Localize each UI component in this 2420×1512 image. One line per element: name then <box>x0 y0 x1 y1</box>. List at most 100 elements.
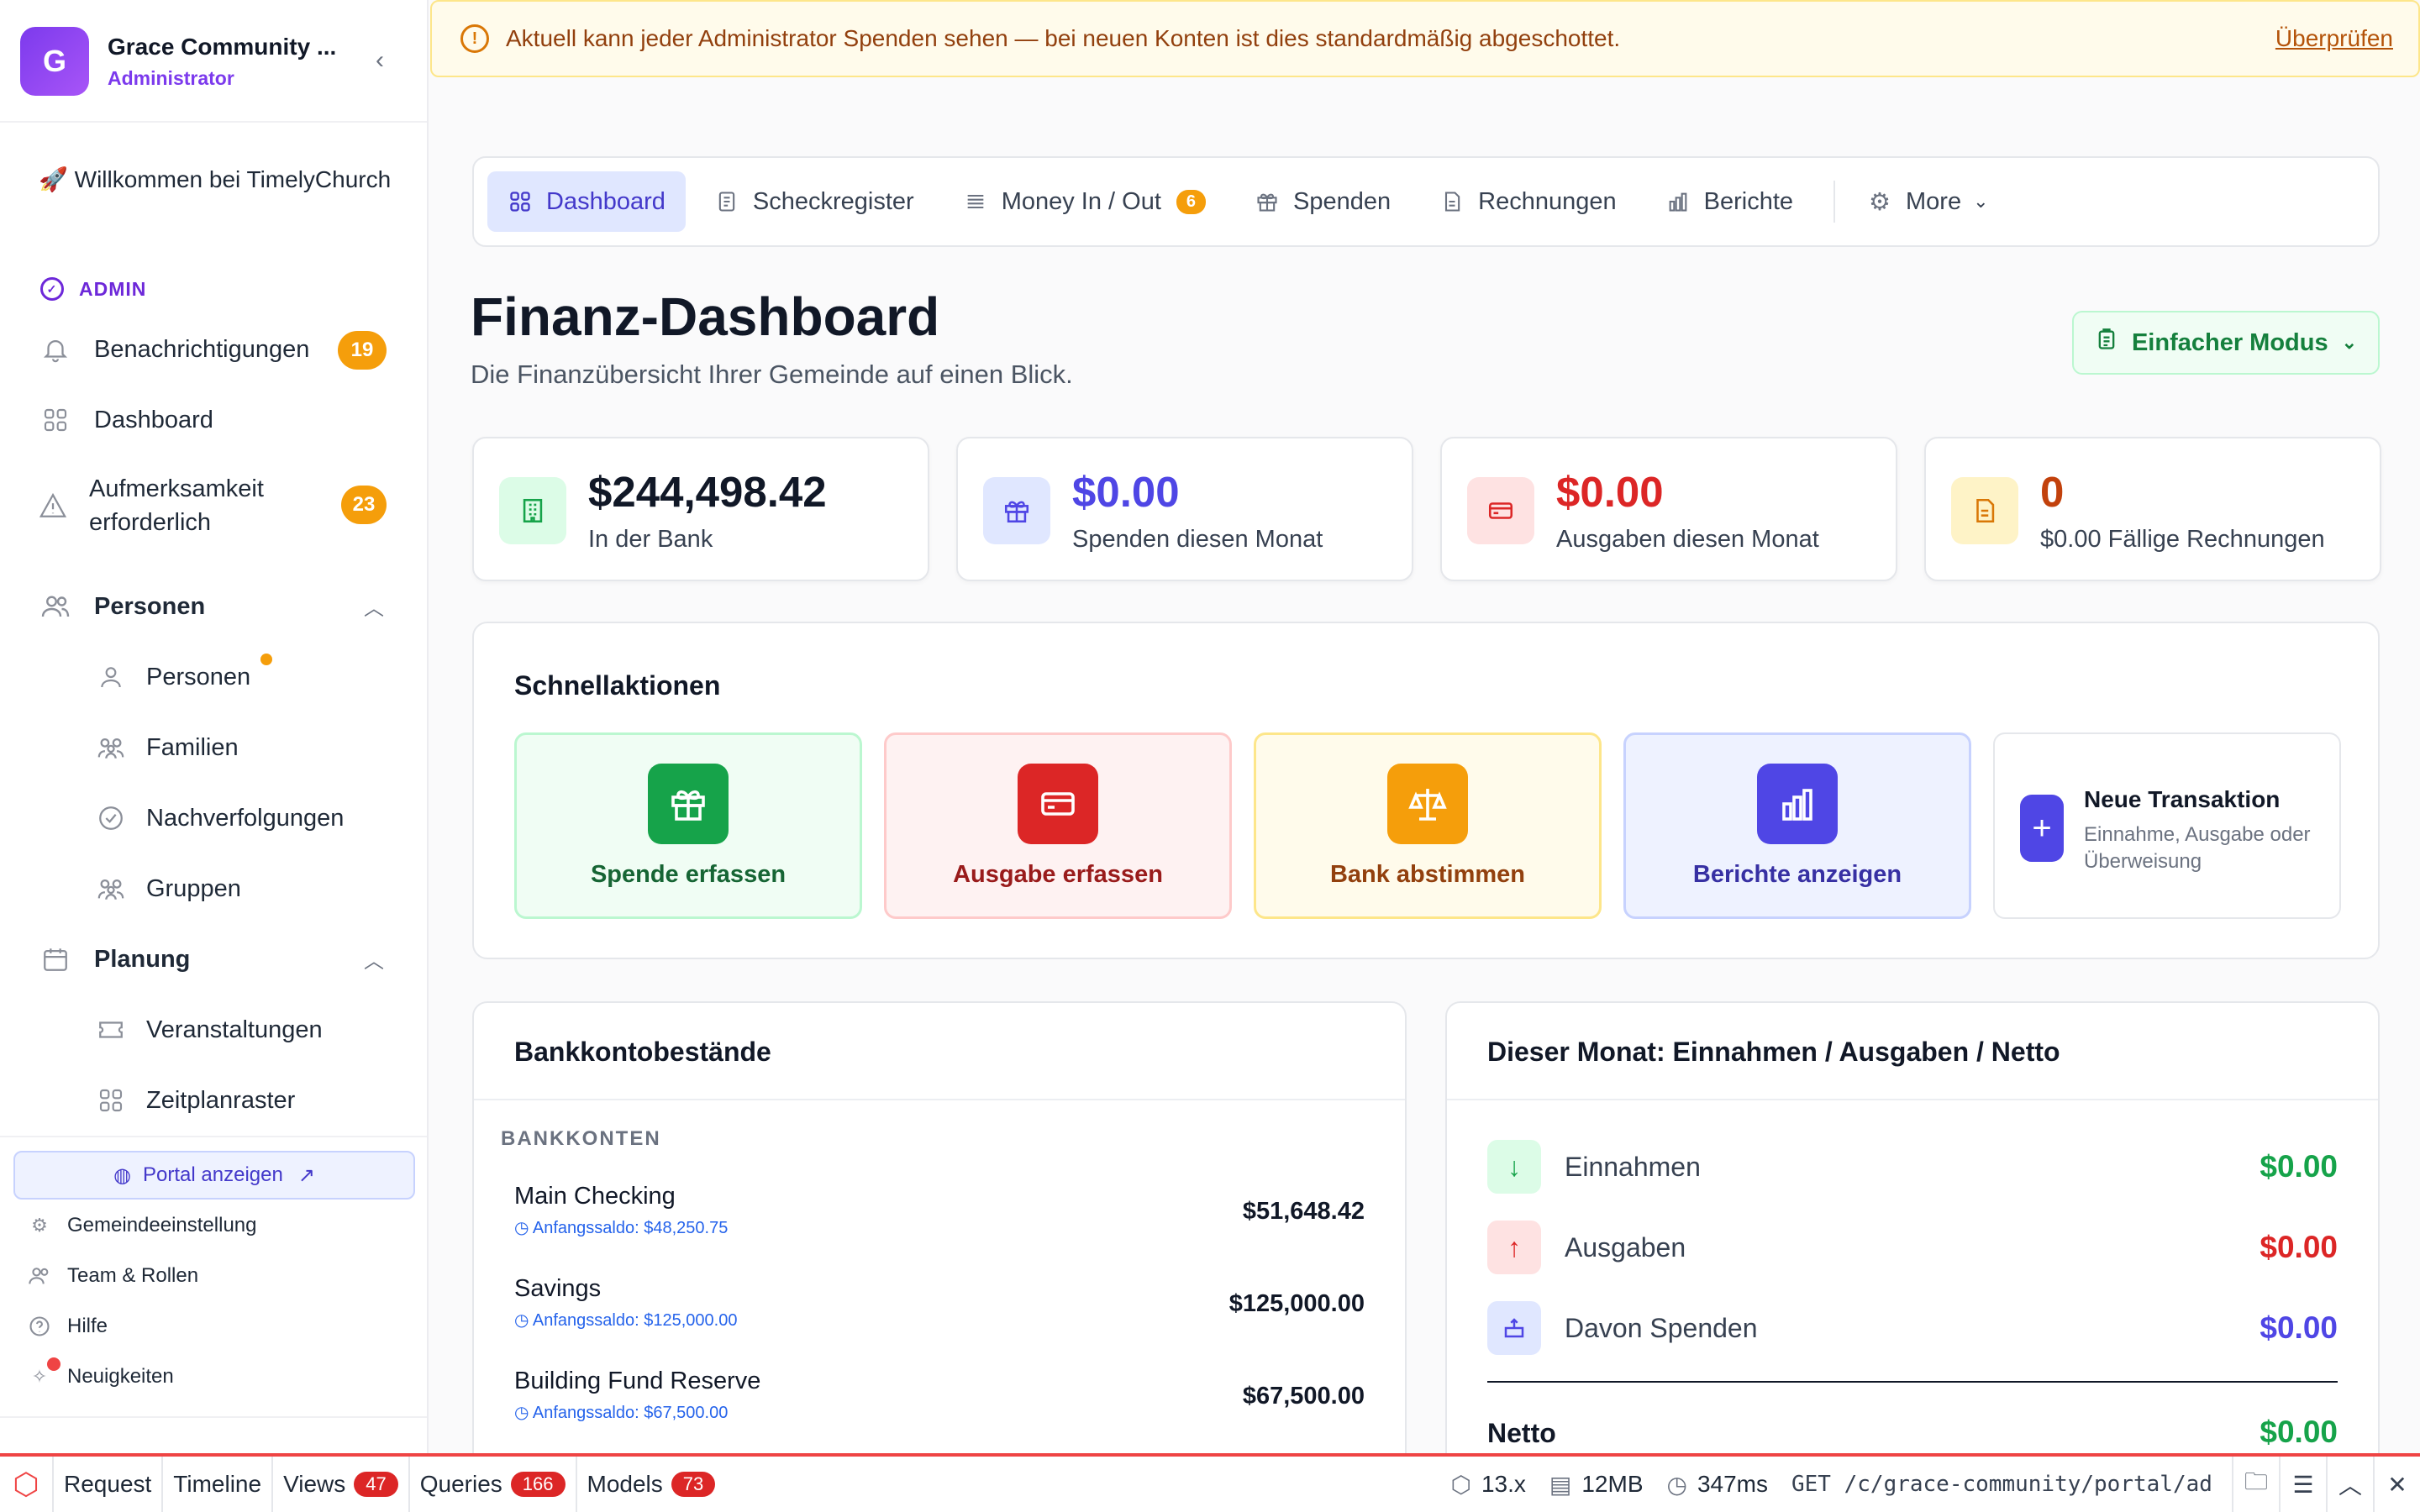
arrow-up-icon: ↑ <box>1487 1221 1541 1274</box>
sidebar-item-help[interactable]: Hilfe <box>27 1314 108 1339</box>
donations-row: Davon Spenden $0.00 <box>1487 1299 2338 1357</box>
debug-tab-timeline[interactable]: Timeline <box>163 1457 274 1512</box>
sidebar: G Grace Community ... Administrator ‹ 🚀 … <box>0 0 429 1453</box>
net-label: Netto <box>1487 1418 1556 1448</box>
net-value: $0.00 <box>2260 1415 2338 1449</box>
row-label: Ausgaben <box>1565 1231 1686 1263</box>
sidebar-item-label: Veranstaltungen <box>146 1016 323 1043</box>
tab-more[interactable]: ⚙ More ⌄ <box>1847 171 2009 232</box>
view-reports-button[interactable]: Berichte anzeigen <box>1623 732 1971 919</box>
chevron-up-icon[interactable]: ︿ <box>361 946 387 973</box>
server-icon: ▤ <box>1549 1471 1572 1498</box>
money-count-badge: 6 <box>1176 189 1207 214</box>
sidebar-item-families[interactable]: Familien <box>94 731 239 764</box>
sidebar-item-team[interactable]: Team & Rollen <box>27 1263 198 1289</box>
gift-icon <box>1255 189 1280 214</box>
new-transaction-button[interactable]: + Neue Transaktion Einnahme, Ausgabe ode… <box>1993 732 2341 919</box>
tab-check-register[interactable]: Scheckregister <box>694 171 934 232</box>
account-balance: $67,500.00 <box>1242 1383 1365 1410</box>
collapse-sidebar-icon[interactable]: ‹ <box>363 44 397 77</box>
sidebar-item-label: Personen <box>146 663 251 690</box>
divider <box>1447 1099 2378 1100</box>
folder-icon[interactable]: 🗀 <box>2232 1457 2279 1512</box>
warning-icon <box>39 489 67 522</box>
route-info: GET /c/grace-community/portal/adm... <box>1791 1472 2212 1497</box>
sidebar-item-dashboard[interactable]: Dashboard <box>39 403 213 437</box>
stat-label: In der Bank <box>588 526 713 553</box>
section-heading: BANKKONTEN <box>501 1127 661 1150</box>
new-indicator-dot <box>260 654 272 665</box>
sidebar-item-attention[interactable]: Aufmerksamkeit erforderlich <box>39 472 308 539</box>
close-icon[interactable]: ✕ <box>2373 1457 2420 1512</box>
account-row[interactable]: Building Fund Reserve ◷ Anfangssaldo: $6… <box>514 1368 1365 1435</box>
account-balance: $51,648.42 <box>1242 1198 1365 1225</box>
clipboard-icon <box>2095 328 2118 358</box>
record-donation-button[interactable]: Spende erfassen <box>514 732 862 919</box>
sidebar-item-notifications[interactable]: Benachrichtigungen <box>39 333 309 366</box>
sidebar-item-label: Hilfe <box>67 1315 108 1337</box>
row-label: Einnahmen <box>1565 1151 1701 1182</box>
debug-tab-models[interactable]: Models 73 <box>577 1457 726 1512</box>
count-badge: 73 <box>671 1472 716 1497</box>
sidebar-item-settings[interactable]: ⚙ Gemeindeeinstellung <box>27 1213 256 1238</box>
version-text: 13.x <box>1481 1471 1526 1497</box>
account-row[interactable]: Savings ◷ Anfangssaldo: $125,000.00 $125… <box>514 1275 1365 1342</box>
check-badge-icon <box>94 801 128 835</box>
tab-invoices[interactable]: Rechnungen <box>1419 171 1636 232</box>
view-portal-button[interactable]: ◍ Portal anzeigen ↗ <box>13 1151 415 1200</box>
reconcile-bank-button[interactable]: Bank abstimmen <box>1254 732 1602 919</box>
account-row[interactable]: Main Checking ◷ Anfangssaldo: $48,250.75… <box>514 1183 1365 1250</box>
tab-money-in-out[interactable]: Money In / Out 6 <box>943 171 1226 232</box>
admin-label: ADMIN <box>79 277 147 300</box>
document-icon <box>1951 477 2018 544</box>
count-badge: 47 <box>354 1472 398 1497</box>
chevron-up-icon[interactable]: ︿ <box>361 593 387 620</box>
opening-balance: ◷ Anfangssaldo: $48,250.75 <box>514 1217 1365 1238</box>
review-link[interactable]: Überprüfen <box>2275 25 2393 52</box>
grid-icon <box>94 1084 128 1117</box>
donation-box-icon <box>1487 1301 1541 1355</box>
debug-tab-queries[interactable]: Queries 166 <box>410 1457 577 1512</box>
record-expense-button[interactable]: Ausgabe erfassen <box>884 732 1232 919</box>
org-switcher[interactable]: G Grace Community ... Administrator <box>20 27 336 96</box>
chevron-up-icon[interactable]: ︿ <box>2326 1457 2373 1512</box>
tab-reports[interactable]: Berichte <box>1645 171 1813 232</box>
welcome-link[interactable]: 🚀 Willkommen bei TimelyChurch <box>39 163 392 197</box>
sidebar-item-label: Dashboard <box>94 406 213 433</box>
sidebar-item-followups[interactable]: Nachverfolgungen <box>94 801 344 835</box>
sidebar-section-planning[interactable]: Planung <box>39 942 190 976</box>
tab-donations[interactable]: Spenden <box>1234 171 1411 232</box>
grid-icon <box>39 403 72 437</box>
bell-icon <box>39 333 72 366</box>
tab-dashboard[interactable]: Dashboard <box>487 171 686 232</box>
portal-label: Portal anzeigen <box>143 1163 283 1186</box>
stat-value: $244,498.42 <box>588 468 827 516</box>
laravel-logo-icon[interactable]: ⬡ <box>0 1457 54 1512</box>
credit-card-icon <box>1467 477 1534 544</box>
stat-card-donations: $0.00 Spenden diesen Monat <box>956 437 1413 581</box>
sidebar-item-events[interactable]: Veranstaltungen <box>94 1013 323 1047</box>
group-icon <box>94 872 128 906</box>
users-icon <box>27 1263 52 1289</box>
debug-tab-views[interactable]: Views 47 <box>273 1457 410 1512</box>
tab-separator <box>1833 181 1836 223</box>
sidebar-item-schedule[interactable]: Zeitplanraster <box>94 1084 295 1117</box>
tab-label: Scheckregister <box>752 187 914 215</box>
sidebar-item-groups[interactable]: Gruppen <box>94 872 241 906</box>
sidebar-item-personen[interactable]: Personen <box>94 660 250 694</box>
calendar-icon <box>39 942 72 976</box>
globe-icon: ◍ <box>113 1163 132 1187</box>
tab-label: Berichte <box>1703 187 1794 215</box>
page-subtitle: Die Finanzübersicht Ihrer Gemeinde auf e… <box>471 360 1073 389</box>
simple-mode-dropdown[interactable]: Einfacher Modus ⌄ <box>2072 311 2380 375</box>
debug-tab-request[interactable]: Request <box>54 1457 164 1512</box>
section-label: Planung <box>94 945 191 973</box>
page-title: Finanz-Dashboard <box>471 286 940 347</box>
bar-chart-icon <box>1757 764 1838 844</box>
check-circle-icon: ✓ <box>40 277 64 301</box>
clock-icon: ◷ <box>1666 1471 1687 1498</box>
laravel-icon: ⬡ <box>1450 1471 1471 1498</box>
sidebar-section-people[interactable]: Personen <box>39 590 205 623</box>
stat-label: Spenden diesen Monat <box>1072 526 1323 553</box>
settings-sliders-icon[interactable]: ☰ <box>2279 1457 2326 1512</box>
